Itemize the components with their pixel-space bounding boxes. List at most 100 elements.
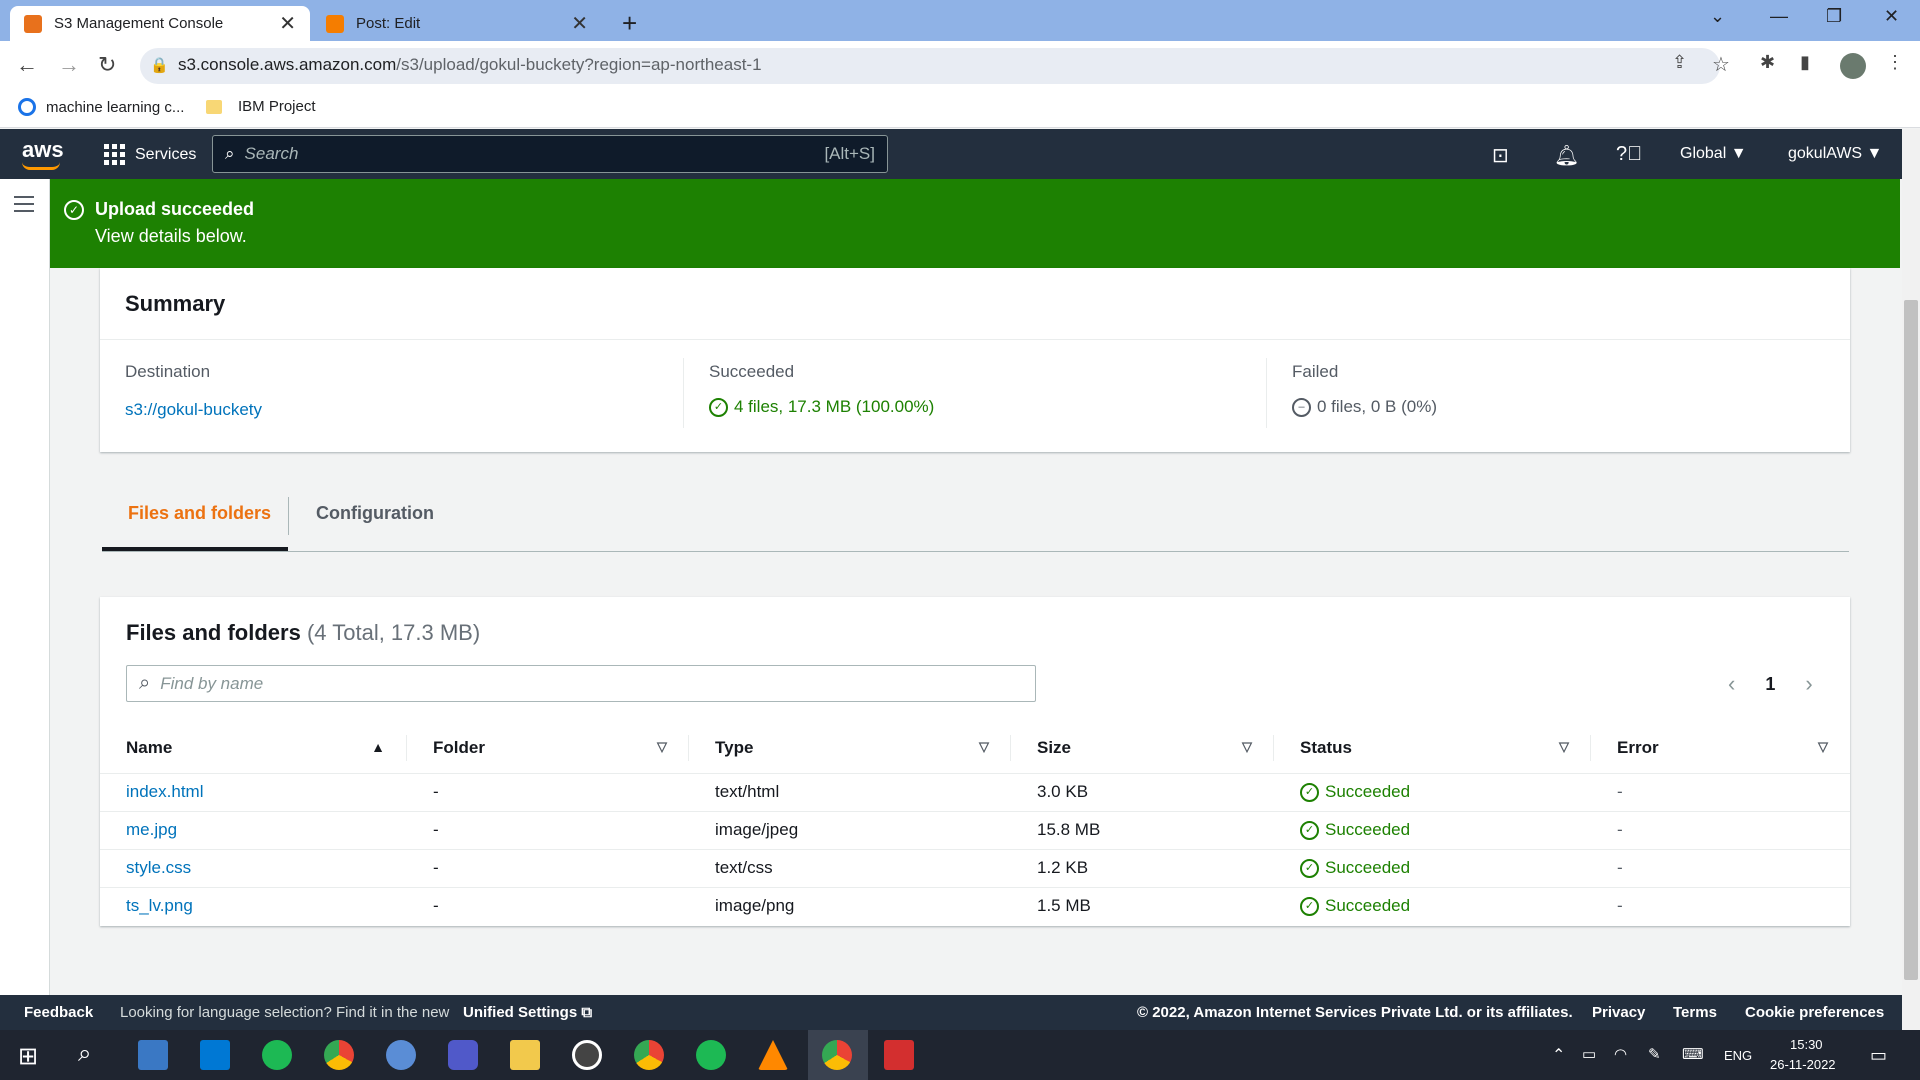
file-name-link[interactable]: style.css <box>100 849 407 888</box>
services-menu-button[interactable]: Services <box>104 144 196 165</box>
banner-subtitle: View details below. <box>95 226 247 246</box>
divider <box>100 339 1850 340</box>
file-size: 1.2 KB <box>1011 849 1274 888</box>
hamburger-menu-icon[interactable] <box>14 196 34 217</box>
minimize-icon[interactable]: — <box>1770 6 1788 27</box>
sort-icon[interactable]: ▽ <box>1559 739 1569 755</box>
restore-icon[interactable]: ❐ <box>1826 6 1842 27</box>
acrobat-icon[interactable] <box>884 1040 914 1070</box>
extensions-icon[interactable]: ✱ <box>1760 52 1775 73</box>
file-name-link[interactable]: me.jpg <box>100 811 407 850</box>
chrome-icon[interactable] <box>324 1040 354 1070</box>
wifi-icon[interactable]: ◠ <box>1614 1045 1627 1063</box>
column-header-type[interactable]: Type ▽ <box>689 723 1011 774</box>
chrome-active-icon[interactable] <box>822 1040 852 1070</box>
column-header-folder[interactable]: Folder ▽ <box>407 723 689 774</box>
file-status: ✓ Succeeded <box>1274 849 1591 888</box>
notifications-bell-icon[interactable]: 🔔︎ <box>1554 143 1579 168</box>
cookie-preferences-link[interactable]: Cookie preferences <box>1745 1004 1884 1021</box>
qbittorrent-icon[interactable] <box>386 1040 416 1070</box>
file-name-link[interactable]: ts_lv.png <box>100 887 407 925</box>
battery-icon[interactable]: ▭ <box>1582 1045 1596 1063</box>
back-icon[interactable]: ← <box>16 52 38 78</box>
failed-dash-icon: – <box>1292 397 1311 417</box>
feedback-link[interactable]: Feedback <box>24 1004 93 1021</box>
sort-icon[interactable]: ▽ <box>657 739 667 755</box>
active-tab-indicator <box>102 547 288 551</box>
column-header-name[interactable]: Name ▲ <box>100 723 407 774</box>
file-name-link[interactable]: index.html <box>100 773 407 812</box>
clock-time[interactable]: 15:30 <box>1790 1037 1823 1052</box>
lock-icon[interactable]: 🔒 <box>150 56 169 74</box>
bookmark-machine-learning[interactable]: machine learning c... <box>18 98 184 116</box>
close-tab-icon[interactable]: ✕ <box>279 14 296 34</box>
destination-link[interactable]: s3://gokul-buckety <box>125 400 262 420</box>
sort-icon[interactable]: ▽ <box>979 739 989 755</box>
tab-s3-console[interactable]: S3 Management Console ✕ <box>10 6 310 41</box>
scrollbar-thumb[interactable] <box>1904 300 1918 980</box>
column-header-size[interactable]: Size ▽ <box>1011 723 1274 774</box>
bookmark-c-icon <box>18 98 36 116</box>
failed-text: 0 files, 0 B (0%) <box>1317 397 1437 416</box>
tab-post-edit[interactable]: Post: Edit ✕ <box>312 6 602 41</box>
clock-date[interactable]: 26-11-2022 <box>1770 1057 1836 1072</box>
close-window-icon[interactable]: ✕ <box>1884 6 1899 27</box>
side-panel-icon[interactable]: ▮ <box>1800 52 1810 73</box>
teams-icon[interactable] <box>448 1040 478 1070</box>
column-label: Folder <box>433 737 485 757</box>
privacy-link[interactable]: Privacy <box>1592 1004 1645 1021</box>
chrome-profile-icon[interactable] <box>634 1040 664 1070</box>
column-header-status[interactable]: Status ▽ <box>1274 723 1591 774</box>
url-path: /s3/upload/gokul-buckety?region=ap-north… <box>396 55 762 74</box>
current-page[interactable]: 1 <box>1765 674 1775 695</box>
language-indicator[interactable]: ENG <box>1724 1048 1752 1063</box>
find-by-name-input[interactable]: ⌕ Find by name <box>126 665 1036 702</box>
help-icon[interactable]: ?⃝ <box>1616 143 1642 166</box>
next-page-icon[interactable]: › <box>1805 671 1812 697</box>
sort-icon[interactable]: ▽ <box>1818 739 1828 755</box>
forward-icon[interactable]: → <box>58 52 80 78</box>
url-text[interactable]: s3.console.aws.amazon.com/s3/upload/goku… <box>178 55 762 75</box>
tray-chevron-icon[interactable]: ⌃ <box>1552 1045 1565 1065</box>
taskbar-search-icon[interactable]: ⌕ <box>78 1040 91 1068</box>
divider <box>1266 358 1267 428</box>
tab-files-and-folders[interactable]: Files and folders <box>128 503 271 524</box>
tab-configuration[interactable]: Configuration <box>316 503 434 524</box>
menu-kebab-icon[interactable]: ⋮ <box>1886 52 1904 73</box>
file-type: text/html <box>689 773 1011 812</box>
sort-ascending-icon[interactable]: ▲ <box>371 739 385 755</box>
region-selector[interactable]: Global ▼ <box>1680 145 1747 163</box>
tab-search-icon[interactable]: ⌄ <box>1710 6 1725 27</box>
windows-start-icon[interactable]: ⊞ <box>18 1042 38 1071</box>
file-explorer-icon[interactable] <box>510 1040 540 1070</box>
new-tab-icon[interactable]: + <box>622 8 637 39</box>
search-icon: ⌕ <box>139 672 151 694</box>
mail-icon[interactable] <box>200 1040 230 1070</box>
bookmark-ibm-project[interactable]: IBM Project <box>206 98 316 115</box>
pen-icon[interactable]: ✎ <box>1648 1045 1661 1063</box>
notification-center-icon[interactable]: ▭ <box>1870 1045 1887 1066</box>
sort-icon[interactable]: ▽ <box>1242 739 1252 755</box>
media-app-icon[interactable] <box>572 1040 602 1070</box>
aws-search-input[interactable]: ⌕ Search [Alt+S] <box>212 135 888 173</box>
cloudshell-icon[interactable]: ⊡ <box>1492 143 1509 168</box>
unified-settings-link[interactable]: Unified Settings ⧉ <box>463 1004 592 1021</box>
prev-page-icon[interactable]: ‹ <box>1728 671 1735 697</box>
aws-logo[interactable]: aws <box>22 137 64 163</box>
spotify-2-icon[interactable] <box>696 1040 726 1070</box>
bookmark-star-icon[interactable]: ☆ <box>1712 52 1730 77</box>
search-placeholder: Search <box>244 144 299 163</box>
share-icon[interactable]: ⇪ <box>1672 52 1687 73</box>
profile-avatar[interactable] <box>1840 53 1866 79</box>
keyboard-icon[interactable]: ⌨ <box>1682 1045 1704 1063</box>
failed-label: Failed <box>1292 362 1339 381</box>
terms-link[interactable]: Terms <box>1673 1004 1717 1021</box>
column-header-error[interactable]: Error ▽ <box>1591 723 1850 774</box>
status-text: Succeeded <box>1325 782 1411 801</box>
close-tab-icon[interactable]: ✕ <box>571 14 588 34</box>
account-menu[interactable]: gokulAWS ▼ <box>1788 145 1882 163</box>
reload-icon[interactable]: ↻ <box>98 52 116 78</box>
taskbar-app-icon[interactable] <box>138 1040 168 1070</box>
spotify-icon[interactable] <box>262 1040 292 1070</box>
tabs-baseline <box>102 551 1849 552</box>
